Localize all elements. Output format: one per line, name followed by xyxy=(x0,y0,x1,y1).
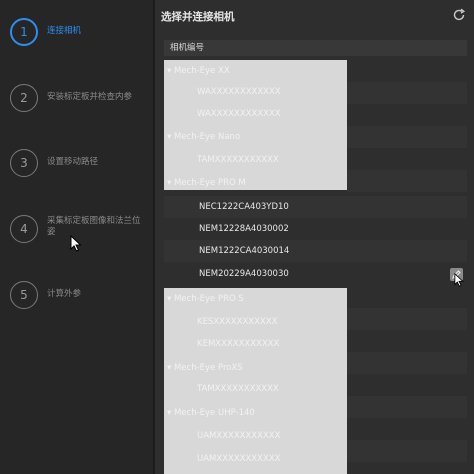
camera-serial: NEM20229A4030030 xyxy=(199,269,289,279)
camera-serial: NEC1222CA403YD10 xyxy=(199,202,289,212)
camera-row[interactable]: NEM12228A4030002 xyxy=(164,218,467,240)
step-label: 连接相机 xyxy=(47,26,82,36)
step-label: 安装标定板并检查内参 xyxy=(47,92,133,102)
group-header[interactable]: ▾ Mech-Eye ProXS xyxy=(167,363,243,373)
camera-item[interactable]: KESXXXXXXXXXXX xyxy=(197,317,277,327)
steps-sidebar: 1 连接相机 2 安装标定板并检查内参 3 设置移动路径 4 采集标定板图像和法… xyxy=(0,0,153,474)
group-header[interactable]: ▾ Mech-Eye PRO S xyxy=(167,294,244,304)
step-3[interactable]: 3 设置移动路径 xyxy=(0,143,153,183)
step-1[interactable]: 1 连接相机 xyxy=(0,12,153,52)
row-stripe xyxy=(347,126,467,148)
camera-item[interactable]: UAMXXXXXXXXXXX xyxy=(197,431,280,441)
row-stripe xyxy=(347,170,467,192)
redacted-region: ▾ Mech-Eye XX WAXXXXXXXXXXXX WAXXXXXXXXX… xyxy=(164,60,347,190)
camera-serial: NEM1222CA4030014 xyxy=(199,246,290,256)
refresh-icon[interactable] xyxy=(452,8,466,22)
camera-item[interactable]: UAMXXXXXXXXXXX xyxy=(197,454,280,464)
camera-panel: 选择并连接相机 相机编号 ▾ Mech-Eye XX WAXXXXXXXXXXX… xyxy=(155,0,474,474)
page-title: 选择并连接相机 xyxy=(161,11,235,23)
row-stripe xyxy=(347,352,467,374)
row-stripe xyxy=(347,396,467,418)
row-stripe xyxy=(347,440,467,462)
step-number: 3 xyxy=(10,149,38,177)
redacted-region: ▾ Mech-Eye PRO S KESXXXXXXXXXXX KEMXXXXX… xyxy=(164,288,347,474)
camera-item[interactable]: TAMXXXXXXXXXXX xyxy=(197,155,279,165)
camera-item[interactable]: WAXXXXXXXXXXXX xyxy=(197,109,281,119)
step-5[interactable]: 5 计算外参 xyxy=(0,275,153,315)
camera-item[interactable]: TAMXXXXXXXXXXX xyxy=(197,384,279,394)
group-header[interactable]: ▾ Mech-Eye Nano xyxy=(167,132,240,142)
camera-row-selected[interactable]: NEM20229A4030030 xyxy=(164,263,467,285)
camera-item[interactable]: WAXXXXXXXXXXXX xyxy=(197,87,281,97)
step-number: 2 xyxy=(10,84,38,112)
step-2[interactable]: 2 安装标定板并检查内参 xyxy=(0,78,153,118)
step-number: 4 xyxy=(10,215,38,243)
mouse-cursor-icon xyxy=(70,235,82,252)
row-stripe xyxy=(347,82,467,104)
camera-serial: NEM12228A4030002 xyxy=(199,224,289,234)
group-header[interactable]: ▾ Mech-Eye PRO M xyxy=(167,178,246,188)
mouse-cursor-icon xyxy=(454,273,464,287)
step-number: 5 xyxy=(10,281,38,309)
panel-header: 选择并连接相机 xyxy=(155,0,474,32)
step-label: 计算外参 xyxy=(47,289,82,299)
camera-row[interactable]: NEM1222CA4030014 xyxy=(164,240,467,262)
row-stripe xyxy=(347,308,467,330)
camera-row[interactable]: NEC1222CA403YD10 xyxy=(164,196,467,218)
column-header-camera-id: 相机编号 xyxy=(164,40,467,56)
step-label: 设置移动路径 xyxy=(47,157,99,167)
step-label: 采集标定板图像和法兰位姿 xyxy=(47,216,141,237)
step-number: 1 xyxy=(10,18,38,46)
group-header[interactable]: ▾ Mech-Eye UHP-140 xyxy=(167,408,255,418)
camera-item[interactable]: KEMXXXXXXXXXXX xyxy=(197,339,279,349)
group-header[interactable]: ▾ Mech-Eye XX xyxy=(167,66,230,76)
